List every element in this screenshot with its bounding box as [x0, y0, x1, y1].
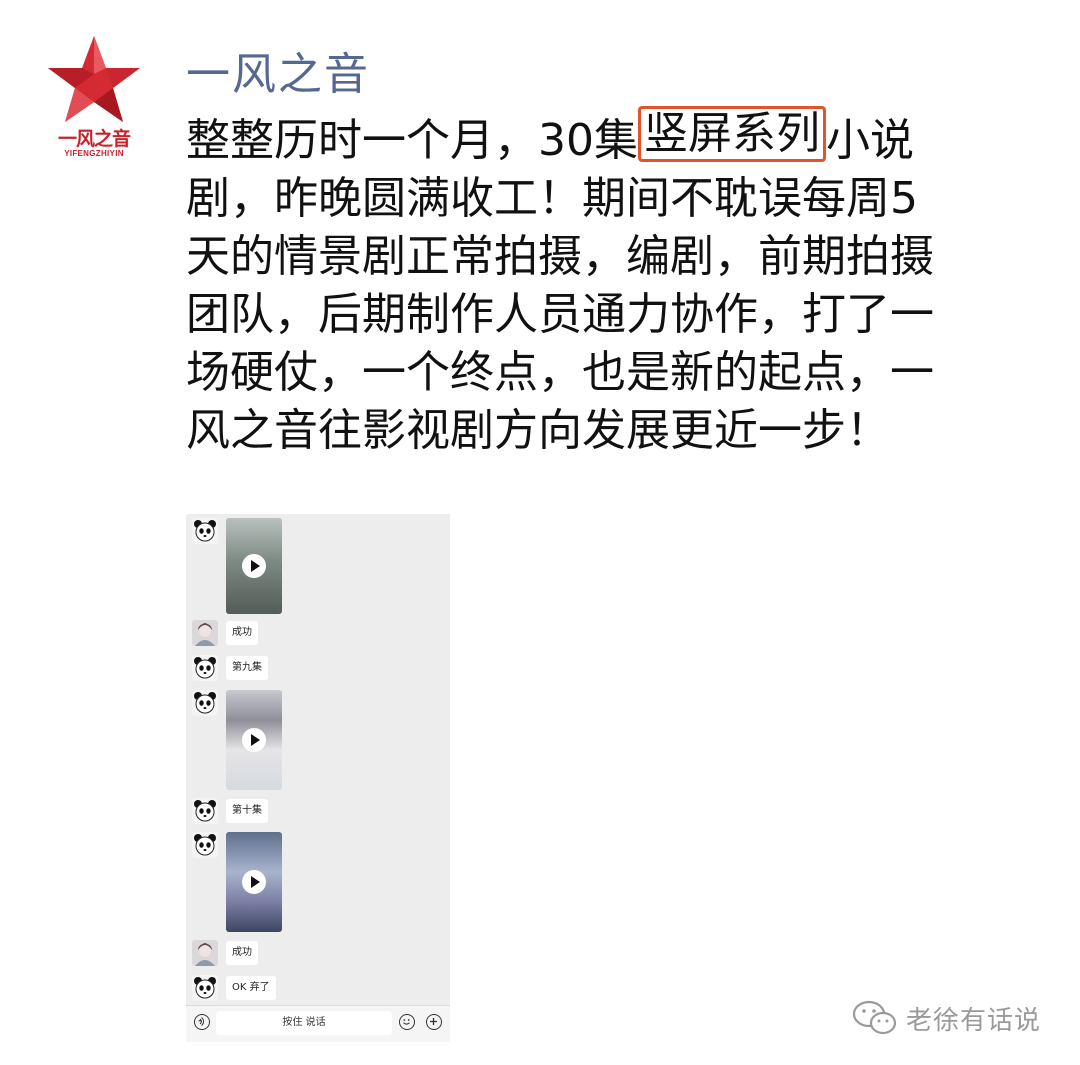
post-line-3: 天的情景剧正常拍摄，编剧，前期拍摄 — [186, 231, 934, 282]
post-line-5: 场硬仗，一个终点，也是新的起点，一 — [186, 347, 934, 398]
post-line-6: 风之音往影视剧方向发展更近一步！ — [186, 405, 890, 456]
highlight-annotation: 竖屏系列 — [638, 106, 826, 162]
panda-avatar-icon — [194, 977, 216, 999]
post-line-2: 剧，昨晚圆满收工！期间不耽误每周5 — [186, 173, 918, 224]
watermark-text: 老徐有话说 — [906, 1005, 1042, 1036]
post-line-4: 团队，后期制作人员通力协作，打了一 — [186, 289, 934, 340]
panda-avatar — [192, 832, 218, 858]
play-icon[interactable] — [242, 870, 266, 894]
user-avatar — [192, 940, 218, 966]
panda-avatar-icon — [194, 692, 216, 714]
panda-avatar-icon — [194, 834, 216, 856]
post-text-segment: 小说 — [826, 115, 914, 166]
watermark: 老徐有话说 — [852, 998, 1041, 1038]
post-line-1: 整整历时一个月，30集 竖屏系列 小说 — [186, 106, 1066, 170]
panda-avatar — [192, 518, 218, 544]
chat-input-bar: 按住 说话 — [186, 1005, 450, 1042]
smiley-icon — [403, 1019, 410, 1025]
post-text-segment: 整整历时一个月，30集 — [186, 115, 638, 166]
message-bubble[interactable]: 成功 — [226, 621, 258, 645]
person-avatar-icon — [192, 940, 218, 966]
message-bubble[interactable]: OK 弃了 — [226, 976, 276, 1000]
panda-avatar-icon — [194, 800, 216, 822]
account-logo[interactable]: 一风之音 YIFENGZHIYIN — [44, 32, 144, 162]
panda-avatar — [192, 798, 218, 824]
post-text: 整整历时一个月，30集 竖屏系列 小说 剧，昨晚圆满收工！期间不耽误每周5 天的情景… — [186, 106, 1066, 460]
emoji-icon[interactable] — [399, 1014, 415, 1030]
voice-icon[interactable] — [194, 1014, 210, 1030]
add-icon — [430, 1018, 437, 1025]
logo-wordmark: 一风之音 — [57, 128, 131, 150]
chat-screenshot-image[interactable]: 成功 第九集 第十集 成功 OK 弃了 按住 说话 — [186, 514, 450, 1042]
panda-avatar-icon — [194, 520, 216, 542]
plus-icon[interactable] — [426, 1014, 442, 1030]
panda-avatar — [192, 975, 218, 1001]
post-screenshot: 一风之音 YIFENGZHIYIN 一风之音 整整历时一个月，30集 竖屏系列 小说… — [0, 0, 1080, 1065]
video-thumbnail[interactable] — [226, 832, 282, 932]
voice-wave-icon — [198, 1017, 204, 1026]
account-name[interactable]: 一风之音 — [186, 38, 370, 102]
panda-avatar — [192, 655, 218, 681]
play-icon[interactable] — [242, 728, 266, 752]
video-thumbnail[interactable] — [226, 518, 282, 614]
panda-avatar — [192, 690, 218, 716]
play-icon[interactable] — [242, 554, 266, 578]
star-logo-icon — [48, 36, 140, 122]
wechat-icon — [852, 1000, 897, 1035]
message-bubble[interactable]: 第九集 — [226, 656, 268, 680]
panda-avatar-icon — [194, 657, 216, 679]
user-avatar — [192, 620, 218, 646]
message-bubble[interactable]: 成功 — [226, 941, 258, 965]
logo-subtext: YIFENGZHIYIN — [64, 149, 124, 158]
message-bubble[interactable]: 第十集 — [226, 799, 268, 823]
person-avatar-icon — [192, 620, 218, 646]
video-thumbnail[interactable] — [226, 690, 282, 790]
hold-to-talk-button[interactable]: 按住 说话 — [216, 1011, 392, 1035]
